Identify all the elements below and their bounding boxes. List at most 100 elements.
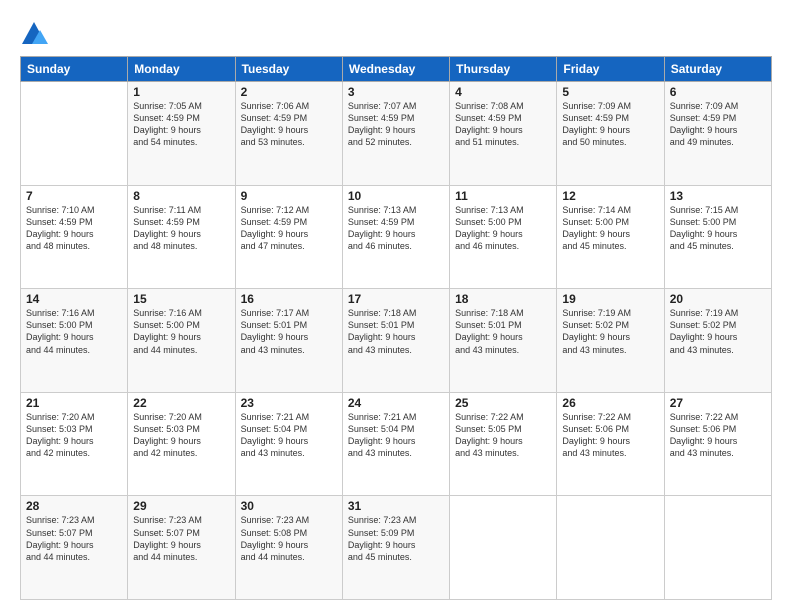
day-info: Sunrise: 7:09 AM Sunset: 4:59 PM Dayligh… — [562, 100, 658, 149]
day-info: Sunrise: 7:16 AM Sunset: 5:00 PM Dayligh… — [133, 307, 229, 356]
calendar-cell: 6Sunrise: 7:09 AM Sunset: 4:59 PM Daylig… — [664, 82, 771, 186]
day-info: Sunrise: 7:23 AM Sunset: 5:09 PM Dayligh… — [348, 514, 444, 563]
day-info: Sunrise: 7:23 AM Sunset: 5:08 PM Dayligh… — [241, 514, 337, 563]
day-number: 3 — [348, 85, 444, 99]
calendar-cell: 19Sunrise: 7:19 AM Sunset: 5:02 PM Dayli… — [557, 289, 664, 393]
day-number: 23 — [241, 396, 337, 410]
calendar-cell: 21Sunrise: 7:20 AM Sunset: 5:03 PM Dayli… — [21, 392, 128, 496]
calendar-cell: 24Sunrise: 7:21 AM Sunset: 5:04 PM Dayli… — [342, 392, 449, 496]
logo — [20, 20, 52, 48]
calendar-cell: 12Sunrise: 7:14 AM Sunset: 5:00 PM Dayli… — [557, 185, 664, 289]
day-info: Sunrise: 7:19 AM Sunset: 5:02 PM Dayligh… — [670, 307, 766, 356]
calendar-cell: 20Sunrise: 7:19 AM Sunset: 5:02 PM Dayli… — [664, 289, 771, 393]
day-number: 28 — [26, 499, 122, 513]
day-number: 21 — [26, 396, 122, 410]
day-info: Sunrise: 7:14 AM Sunset: 5:00 PM Dayligh… — [562, 204, 658, 253]
day-info: Sunrise: 7:22 AM Sunset: 5:05 PM Dayligh… — [455, 411, 551, 460]
calendar-cell: 14Sunrise: 7:16 AM Sunset: 5:00 PM Dayli… — [21, 289, 128, 393]
day-number: 4 — [455, 85, 551, 99]
calendar-cell: 9Sunrise: 7:12 AM Sunset: 4:59 PM Daylig… — [235, 185, 342, 289]
calendar-cell: 8Sunrise: 7:11 AM Sunset: 4:59 PM Daylig… — [128, 185, 235, 289]
calendar-cell: 18Sunrise: 7:18 AM Sunset: 5:01 PM Dayli… — [450, 289, 557, 393]
calendar-cell: 25Sunrise: 7:22 AM Sunset: 5:05 PM Dayli… — [450, 392, 557, 496]
day-number: 26 — [562, 396, 658, 410]
day-info: Sunrise: 7:21 AM Sunset: 5:04 PM Dayligh… — [348, 411, 444, 460]
day-number: 20 — [670, 292, 766, 306]
day-number: 30 — [241, 499, 337, 513]
day-info: Sunrise: 7:17 AM Sunset: 5:01 PM Dayligh… — [241, 307, 337, 356]
day-number: 11 — [455, 189, 551, 203]
calendar-cell: 27Sunrise: 7:22 AM Sunset: 5:06 PM Dayli… — [664, 392, 771, 496]
day-number: 16 — [241, 292, 337, 306]
day-info: Sunrise: 7:15 AM Sunset: 5:00 PM Dayligh… — [670, 204, 766, 253]
day-info: Sunrise: 7:12 AM Sunset: 4:59 PM Dayligh… — [241, 204, 337, 253]
calendar-cell — [450, 496, 557, 600]
calendar-table: SundayMondayTuesdayWednesdayThursdayFrid… — [20, 56, 772, 600]
day-number: 2 — [241, 85, 337, 99]
day-info: Sunrise: 7:22 AM Sunset: 5:06 PM Dayligh… — [562, 411, 658, 460]
calendar-cell: 5Sunrise: 7:09 AM Sunset: 4:59 PM Daylig… — [557, 82, 664, 186]
calendar-cell: 26Sunrise: 7:22 AM Sunset: 5:06 PM Dayli… — [557, 392, 664, 496]
header — [20, 16, 772, 48]
day-info: Sunrise: 7:13 AM Sunset: 5:00 PM Dayligh… — [455, 204, 551, 253]
day-info: Sunrise: 7:06 AM Sunset: 4:59 PM Dayligh… — [241, 100, 337, 149]
day-info: Sunrise: 7:08 AM Sunset: 4:59 PM Dayligh… — [455, 100, 551, 149]
day-info: Sunrise: 7:19 AM Sunset: 5:02 PM Dayligh… — [562, 307, 658, 356]
day-number: 31 — [348, 499, 444, 513]
day-number: 9 — [241, 189, 337, 203]
day-info: Sunrise: 7:13 AM Sunset: 4:59 PM Dayligh… — [348, 204, 444, 253]
calendar-cell — [21, 82, 128, 186]
header-day-monday: Monday — [128, 57, 235, 82]
calendar-cell: 23Sunrise: 7:21 AM Sunset: 5:04 PM Dayli… — [235, 392, 342, 496]
header-day-tuesday: Tuesday — [235, 57, 342, 82]
calendar-cell: 31Sunrise: 7:23 AM Sunset: 5:09 PM Dayli… — [342, 496, 449, 600]
page: SundayMondayTuesdayWednesdayThursdayFrid… — [0, 0, 792, 612]
day-info: Sunrise: 7:18 AM Sunset: 5:01 PM Dayligh… — [455, 307, 551, 356]
day-number: 5 — [562, 85, 658, 99]
day-number: 7 — [26, 189, 122, 203]
header-day-saturday: Saturday — [664, 57, 771, 82]
day-number: 29 — [133, 499, 229, 513]
day-info: Sunrise: 7:16 AM Sunset: 5:00 PM Dayligh… — [26, 307, 122, 356]
week-row-4: 28Sunrise: 7:23 AM Sunset: 5:07 PM Dayli… — [21, 496, 772, 600]
calendar-cell: 29Sunrise: 7:23 AM Sunset: 5:07 PM Dayli… — [128, 496, 235, 600]
week-row-3: 21Sunrise: 7:20 AM Sunset: 5:03 PM Dayli… — [21, 392, 772, 496]
calendar-cell — [664, 496, 771, 600]
calendar-cell: 13Sunrise: 7:15 AM Sunset: 5:00 PM Dayli… — [664, 185, 771, 289]
week-row-2: 14Sunrise: 7:16 AM Sunset: 5:00 PM Dayli… — [21, 289, 772, 393]
calendar-cell: 3Sunrise: 7:07 AM Sunset: 4:59 PM Daylig… — [342, 82, 449, 186]
calendar-cell: 28Sunrise: 7:23 AM Sunset: 5:07 PM Dayli… — [21, 496, 128, 600]
day-number: 6 — [670, 85, 766, 99]
day-info: Sunrise: 7:21 AM Sunset: 5:04 PM Dayligh… — [241, 411, 337, 460]
day-number: 12 — [562, 189, 658, 203]
day-info: Sunrise: 7:23 AM Sunset: 5:07 PM Dayligh… — [133, 514, 229, 563]
day-info: Sunrise: 7:20 AM Sunset: 5:03 PM Dayligh… — [26, 411, 122, 460]
day-number: 1 — [133, 85, 229, 99]
day-number: 22 — [133, 396, 229, 410]
day-info: Sunrise: 7:23 AM Sunset: 5:07 PM Dayligh… — [26, 514, 122, 563]
week-row-1: 7Sunrise: 7:10 AM Sunset: 4:59 PM Daylig… — [21, 185, 772, 289]
day-number: 18 — [455, 292, 551, 306]
calendar-cell: 10Sunrise: 7:13 AM Sunset: 4:59 PM Dayli… — [342, 185, 449, 289]
calendar-cell: 11Sunrise: 7:13 AM Sunset: 5:00 PM Dayli… — [450, 185, 557, 289]
header-day-wednesday: Wednesday — [342, 57, 449, 82]
header-row: SundayMondayTuesdayWednesdayThursdayFrid… — [21, 57, 772, 82]
day-info: Sunrise: 7:20 AM Sunset: 5:03 PM Dayligh… — [133, 411, 229, 460]
day-number: 14 — [26, 292, 122, 306]
calendar-cell: 16Sunrise: 7:17 AM Sunset: 5:01 PM Dayli… — [235, 289, 342, 393]
day-number: 17 — [348, 292, 444, 306]
day-info: Sunrise: 7:10 AM Sunset: 4:59 PM Dayligh… — [26, 204, 122, 253]
logo-icon — [20, 20, 48, 48]
day-info: Sunrise: 7:05 AM Sunset: 4:59 PM Dayligh… — [133, 100, 229, 149]
day-number: 25 — [455, 396, 551, 410]
calendar-cell: 2Sunrise: 7:06 AM Sunset: 4:59 PM Daylig… — [235, 82, 342, 186]
header-day-friday: Friday — [557, 57, 664, 82]
header-day-sunday: Sunday — [21, 57, 128, 82]
day-number: 19 — [562, 292, 658, 306]
week-row-0: 1Sunrise: 7:05 AM Sunset: 4:59 PM Daylig… — [21, 82, 772, 186]
calendar-cell: 30Sunrise: 7:23 AM Sunset: 5:08 PM Dayli… — [235, 496, 342, 600]
day-info: Sunrise: 7:09 AM Sunset: 4:59 PM Dayligh… — [670, 100, 766, 149]
day-info: Sunrise: 7:18 AM Sunset: 5:01 PM Dayligh… — [348, 307, 444, 356]
day-number: 13 — [670, 189, 766, 203]
day-number: 24 — [348, 396, 444, 410]
